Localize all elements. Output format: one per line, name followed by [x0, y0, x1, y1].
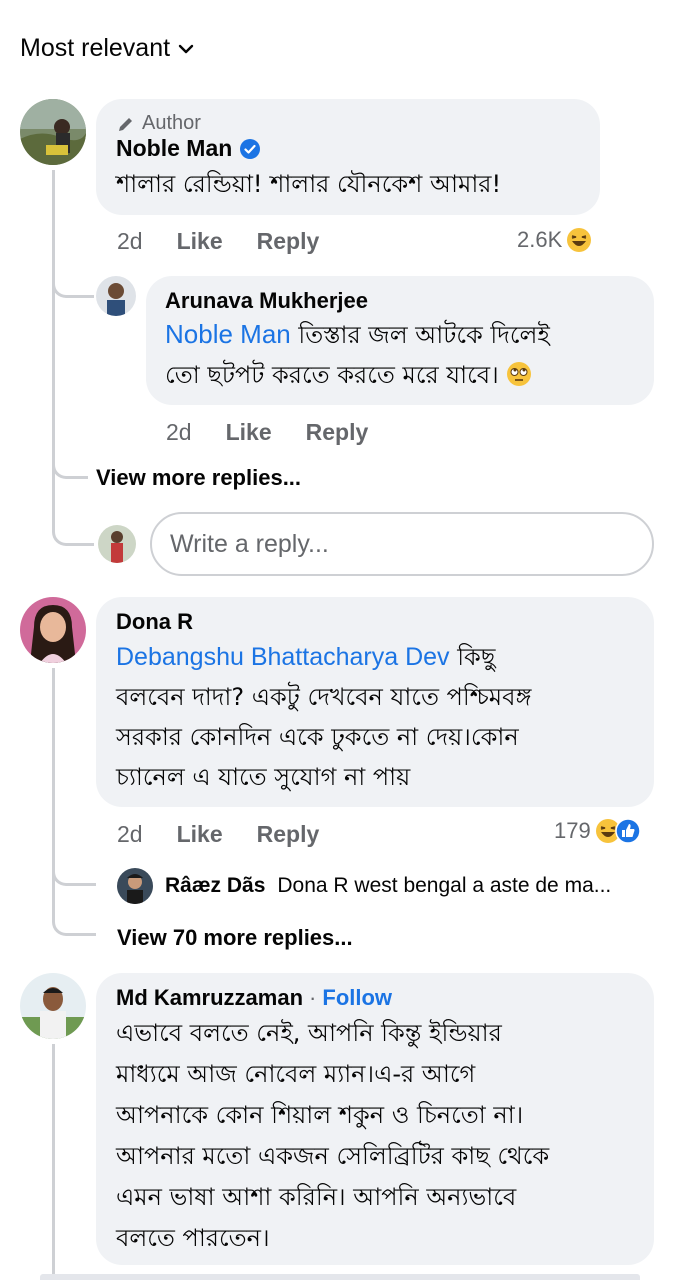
comment-time[interactable]: 2d [117, 228, 143, 255]
reply-button[interactable]: Reply [257, 228, 320, 255]
like-button[interactable]: Like [177, 821, 223, 848]
view-more-replies-link[interactable]: View 70 more replies... [117, 925, 353, 951]
comment-author-header: Md Kamruzzaman · Follow [116, 985, 393, 1011]
like-reaction-icon [614, 818, 641, 844]
avatar[interactable] [20, 99, 86, 165]
reaction-count[interactable]: 2.6K [517, 227, 592, 253]
mention-link[interactable]: Debangshu Bhattacharya Dev [116, 643, 450, 671]
follow-button[interactable]: Follow [322, 985, 392, 1011]
mention-link[interactable]: Noble Man [165, 319, 291, 349]
thread-connector [52, 455, 88, 479]
sort-selector[interactable]: Most relevant [20, 34, 194, 63]
current-user-avatar [98, 525, 136, 563]
reply-button[interactable]: Reply [257, 821, 320, 848]
verified-badge-icon [240, 138, 261, 159]
comment-text: শালার রেন্ডিয়া! শালার যৌনকেশ আমার! [116, 170, 502, 198]
reaction-count[interactable]: 179 [554, 818, 641, 844]
bottom-divider [40, 1274, 640, 1280]
comment-author-name[interactable]: Md Kamruzzaman [116, 985, 303, 1011]
reply-bubble: Arunava Mukherjee Noble Man তিস্তার জল আ… [146, 276, 654, 405]
reply-author-name[interactable]: Râæz Dãs [165, 874, 265, 898]
haha-reaction-icon [567, 228, 592, 252]
comment-bubble: Md Kamruzzaman · Follow এভাবে বলতে নেই, … [96, 973, 654, 1265]
comment-text: এভাবে বলতে নেই, আপনি কিন্তু ইন্ডিয়ার মা… [116, 1019, 550, 1252]
thread-line [52, 170, 55, 530]
reply-button[interactable]: Reply [306, 419, 369, 446]
reply-time[interactable]: 2d [166, 419, 192, 446]
like-button[interactable]: Like [226, 419, 272, 446]
reply-preview-text: Dona R west bengal a aste de ma... [277, 874, 612, 897]
comment-bubble: Author Noble Man শালার রেন্ডিয়া! শালার … [96, 99, 600, 215]
reply-preview[interactable]: Râæz Dãs Dona R west bengal a aste de ma… [117, 868, 611, 904]
comment-time[interactable]: 2d [117, 821, 143, 848]
view-more-replies-link[interactable]: View more replies... [96, 465, 301, 491]
thread-connector [52, 270, 94, 298]
author-badge: Author [116, 112, 580, 135]
comment-author-name[interactable]: Noble Man [116, 135, 580, 162]
comment-author-name[interactable]: Dona R [116, 609, 634, 635]
write-reply-input[interactable]: Write a reply... [150, 512, 654, 576]
rolling-eyes-emoji-icon [507, 362, 532, 386]
pencil-icon [119, 117, 132, 131]
avatar[interactable] [20, 973, 86, 1039]
thread-connector [52, 860, 96, 886]
reply-author-name[interactable]: Arunava Mukherjee [165, 288, 635, 314]
reply-actions: 2d Like Reply [166, 419, 402, 446]
comment-text: Debangshu Bhattacharya Dev কিছু বলবেন দা… [116, 643, 532, 791]
thread-connector [52, 910, 96, 936]
avatar[interactable] [96, 276, 136, 316]
comment-actions: 2d Like Reply [117, 228, 353, 255]
reply-text: Noble Man তিস্তার জল আটকে দিলেই তো ছটপট … [165, 319, 550, 389]
comment-actions: 2d Like Reply [117, 821, 353, 848]
avatar[interactable] [20, 597, 86, 663]
thread-connector [52, 518, 94, 546]
like-button[interactable]: Like [177, 228, 223, 255]
comment-bubble: Dona R Debangshu Bhattacharya Dev কিছু ব… [96, 597, 654, 807]
avatar [117, 868, 153, 904]
chevron-down-icon [178, 44, 194, 53]
thread-line [52, 1044, 55, 1280]
sort-label: Most relevant [20, 34, 171, 62]
